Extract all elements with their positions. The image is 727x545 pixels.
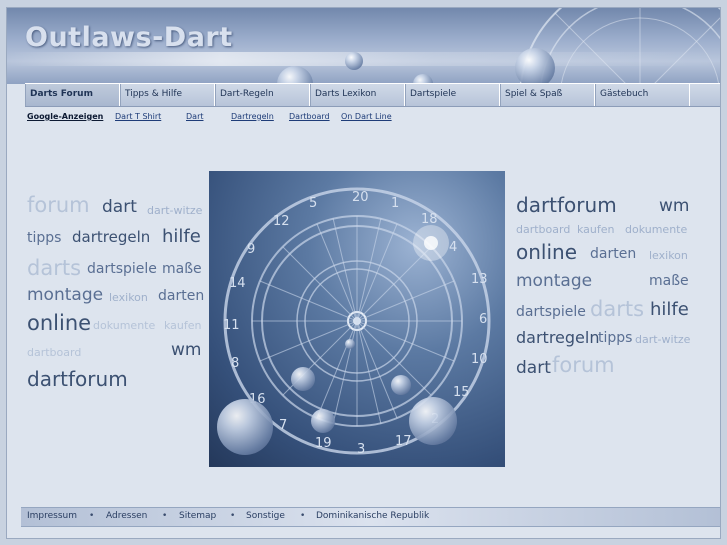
bubble-decoration xyxy=(345,339,355,349)
board-number: 3 xyxy=(357,442,365,457)
bubble-decoration xyxy=(515,48,555,84)
footer-link-sonstige[interactable]: Sonstige xyxy=(246,511,285,521)
page-frame: Outlaws-Dart Darts Forum Tipps & Hilfe D… xyxy=(6,7,721,539)
footer-link-impressum[interactable]: Impressum xyxy=(27,511,77,521)
tag-link[interactable]: dartboard xyxy=(516,223,570,236)
nav-dart-regeln[interactable]: Dart-Regeln xyxy=(215,84,310,106)
tag-link[interactable]: hilfe xyxy=(162,226,201,247)
tag-link[interactable]: dartforum xyxy=(516,193,617,217)
tag-link[interactable]: dart xyxy=(102,197,137,217)
dartboard-image: 20 1 18 4 13 6 10 15 2 17 3 19 7 16 8 11… xyxy=(209,171,505,467)
tag-link[interactable]: lexikon xyxy=(649,249,688,262)
ad-link[interactable]: Dartboard xyxy=(289,112,330,121)
main-navigation: Darts Forum Tipps & Hilfe Dart-Regeln Da… xyxy=(25,83,720,107)
tag-link[interactable]: dartregeln xyxy=(72,228,150,246)
tag-link[interactable]: dart-witze xyxy=(147,204,202,217)
tag-link[interactable]: forum xyxy=(27,193,90,217)
bubble-decoration xyxy=(409,397,457,445)
bubble-decoration xyxy=(311,409,335,433)
tag-link[interactable]: hilfe xyxy=(650,299,689,320)
ad-link[interactable]: Dart xyxy=(186,112,204,121)
google-ads-label[interactable]: Google-Anzeigen xyxy=(27,112,103,121)
board-number: 15 xyxy=(453,385,470,400)
tag-link[interactable]: montage xyxy=(516,271,592,291)
ad-link[interactable]: Dart T Shirt xyxy=(115,112,161,121)
bubble-decoration xyxy=(217,399,273,455)
tag-link[interactable]: dartspiele xyxy=(516,304,586,320)
tag-link[interactable]: forum xyxy=(552,353,615,377)
footer-link-sitemap[interactable]: Sitemap xyxy=(179,511,216,521)
board-number: 11 xyxy=(223,318,240,333)
board-number: 6 xyxy=(479,312,487,327)
tag-link[interactable]: montage xyxy=(27,285,103,305)
bubble-decoration xyxy=(345,52,363,70)
nav-tipps-hilfe[interactable]: Tipps & Hilfe xyxy=(120,84,215,106)
board-number: 10 xyxy=(471,352,488,367)
nav-spiel-spass[interactable]: Spiel & Spaß xyxy=(500,84,595,106)
ad-link[interactable]: Dartregeln xyxy=(231,112,274,121)
footer-link-adressen[interactable]: Adressen xyxy=(106,511,147,521)
board-number: 7 xyxy=(279,418,287,433)
footer-separator: • xyxy=(230,511,236,521)
tag-link[interactable]: wm xyxy=(171,340,201,360)
board-number: 4 xyxy=(449,240,457,255)
board-number: 8 xyxy=(231,356,239,371)
tag-link[interactable]: dart-witze xyxy=(635,333,690,346)
nav-dartspiele[interactable]: Dartspiele xyxy=(405,84,500,106)
tag-link[interactable]: dartforum xyxy=(27,367,128,391)
bubble-decoration xyxy=(277,66,313,84)
tag-link[interactable]: kaufen xyxy=(164,319,202,332)
tag-link[interactable]: darts xyxy=(27,256,81,280)
tag-link[interactable]: darten xyxy=(590,246,636,262)
footer-separator: • xyxy=(300,511,306,521)
board-number: 9 xyxy=(247,242,255,257)
bubble-decoration xyxy=(291,367,315,391)
nav-gaestebuch[interactable]: Gästebuch xyxy=(595,84,690,106)
tag-link[interactable]: dartboard xyxy=(27,346,81,359)
footer-link-dominikanische-republik[interactable]: Dominikanische Republik xyxy=(316,511,429,521)
board-number: 1 xyxy=(391,196,399,211)
board-number: 20 xyxy=(352,190,369,205)
board-number: 5 xyxy=(309,196,317,211)
tag-link[interactable]: dartregeln xyxy=(516,328,599,347)
ad-link[interactable]: On Dart Line xyxy=(341,112,392,121)
footer-separator: • xyxy=(162,511,168,521)
bubble-decoration xyxy=(391,375,411,395)
tag-link[interactable]: tipps xyxy=(598,330,632,346)
footer-separator: • xyxy=(89,511,95,521)
header-banner: Outlaws-Dart xyxy=(7,8,720,84)
tag-link[interactable]: darten xyxy=(158,288,204,304)
tag-link[interactable]: lexikon xyxy=(109,291,148,304)
board-number: 19 xyxy=(315,436,332,451)
board-number: 14 xyxy=(229,276,246,291)
tag-link[interactable]: maße xyxy=(649,273,689,289)
tag-link[interactable]: kaufen xyxy=(577,223,615,236)
nav-darts-forum[interactable]: Darts Forum xyxy=(25,84,120,106)
tag-link[interactable]: tipps xyxy=(27,230,61,246)
tag-link[interactable]: dart xyxy=(516,358,551,378)
board-number: 13 xyxy=(471,272,488,287)
tag-link[interactable]: dartspiele xyxy=(87,261,157,277)
tag-link[interactable]: dokumente xyxy=(625,223,687,236)
tag-link[interactable]: wm xyxy=(659,196,689,216)
tag-link[interactable]: online xyxy=(27,311,91,335)
footer-bar: Impressum • Adressen • Sitemap • Sonstig… xyxy=(21,507,720,527)
tag-link[interactable]: online xyxy=(516,240,577,264)
site-logo[interactable]: Outlaws-Dart xyxy=(25,22,233,53)
tag-link[interactable]: dokumente xyxy=(93,319,155,332)
board-number: 12 xyxy=(273,214,290,229)
nav-darts-lexikon[interactable]: Darts Lexikon xyxy=(310,84,405,106)
board-number: 18 xyxy=(421,212,438,227)
board-number: 17 xyxy=(395,434,412,449)
tag-link[interactable]: darts xyxy=(590,297,644,321)
tag-link[interactable]: maße xyxy=(162,261,202,277)
